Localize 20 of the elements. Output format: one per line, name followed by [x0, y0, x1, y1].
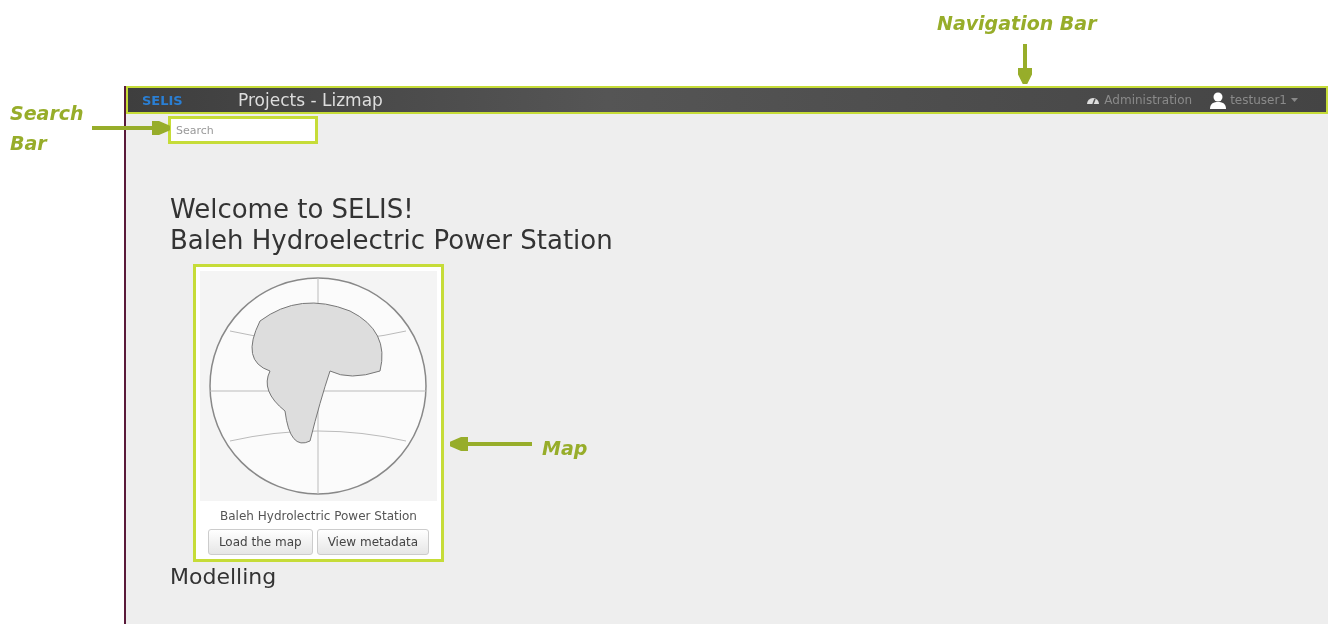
- project-group-heading: Baleh Hydroelectric Power Station: [170, 225, 614, 257]
- annotation-label: Search Bar: [10, 101, 85, 157]
- annotation-label: Map: [542, 436, 588, 461]
- user-menu[interactable]: testuser1: [1210, 91, 1298, 109]
- project-group-heading: Modelling: [170, 564, 278, 591]
- navbar-title: Projects - Lizmap: [238, 90, 384, 110]
- arrow-icon: [1018, 44, 1032, 84]
- search-field[interactable]: Search: [168, 116, 318, 144]
- administration-link[interactable]: Administration: [1086, 93, 1193, 107]
- logo[interactable]: SELIS: [142, 92, 238, 108]
- load-map-button[interactable]: Load the map: [207, 529, 313, 556]
- arrow-icon: [92, 121, 170, 135]
- arrow-icon: [450, 437, 532, 451]
- view-metadata-button[interactable]: View metadata: [316, 529, 430, 556]
- annotation-label: Navigation Bar: [937, 11, 1097, 36]
- gauge-icon: [1086, 95, 1101, 105]
- caret-icon: [1291, 98, 1298, 102]
- page-heading: Welcome to SELIS!: [170, 194, 415, 226]
- project-title: Baleh Hydrolectric Power Station: [220, 509, 417, 524]
- user-icon: [1210, 91, 1227, 109]
